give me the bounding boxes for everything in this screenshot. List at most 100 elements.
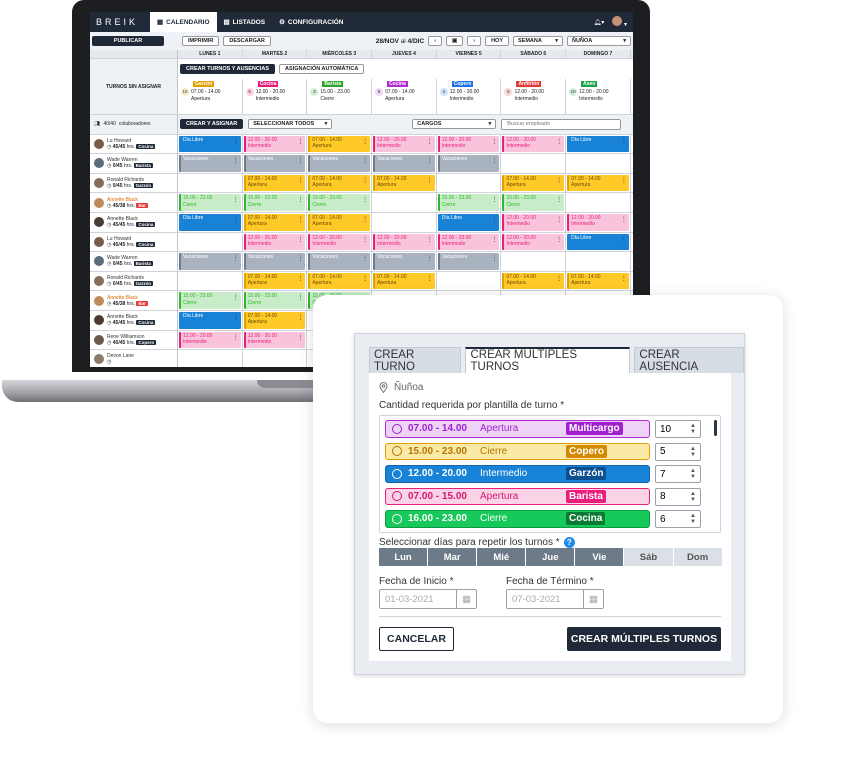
- schedule-cell[interactable]: 12.00 - 20.00 Intermedio ⋮: [372, 232, 437, 252]
- nav-tab-settings[interactable]: ⚙ CONFIGURACIÓN: [272, 12, 350, 32]
- publish-button[interactable]: PUBLICAR: [92, 36, 164, 46]
- schedule-cell[interactable]: [501, 154, 567, 173]
- shift-block[interactable]: 15.00 - 23.00Cierre: [437, 194, 500, 211]
- schedule-cell[interactable]: Vacaciones ⋮: [437, 252, 502, 271]
- more-icon[interactable]: ⋮: [233, 255, 239, 262]
- schedule-cell[interactable]: 07.00 - 14.00 Apertura ⋮: [501, 173, 567, 193]
- schedule-cell[interactable]: Vacaciones ⋮: [178, 154, 243, 173]
- schedule-cell[interactable]: 07.00 - 14.00 Apertura ⋮: [243, 173, 308, 193]
- create-multiple-shifts-button[interactable]: CREAR MÚLTIPLES TURNOS: [567, 627, 721, 651]
- day-toggle-dom[interactable]: Dom: [673, 548, 722, 566]
- schedule-cell[interactable]: Vacaciones ⋮: [178, 252, 243, 271]
- more-icon[interactable]: ⋮: [621, 138, 627, 145]
- stepper-arrows-icon[interactable]: ▲ ▼: [690, 446, 696, 458]
- more-icon[interactable]: ⋮: [621, 236, 627, 243]
- more-icon[interactable]: ⋮: [362, 255, 368, 262]
- more-icon[interactable]: ⋮: [427, 157, 433, 164]
- schedule-cell[interactable]: Vacaciones ⋮: [372, 252, 437, 271]
- schedule-cell[interactable]: Vacaciones ⋮: [307, 252, 373, 271]
- schedule-cell[interactable]: Vacaciones ⋮: [307, 154, 373, 173]
- template-shift[interactable]: 12.00 - 20.00 Intermedio Garzón: [385, 465, 650, 483]
- shift-block[interactable]: 12.00 - 20.00 Intermedio: [243, 135, 306, 153]
- schedule-cell[interactable]: 12.00 - 20.00 Intermedio ⋮: [501, 232, 567, 252]
- schedule-cell[interactable]: 07.00 - 14.00 Apertura ⋮: [243, 271, 308, 291]
- more-icon[interactable]: ⋮: [297, 294, 303, 301]
- shift-block[interactable]: 12.00 - 20.00 Intermedio: [308, 233, 371, 251]
- more-icon[interactable]: ⋮: [233, 138, 239, 145]
- shift-block[interactable]: Vacaciones: [308, 253, 371, 270]
- schedule-cell[interactable]: 07.00 - 14.00 Apertura ⋮: [307, 173, 373, 193]
- schedule-cell[interactable]: [566, 154, 631, 173]
- user-menu[interactable]: ▾: [612, 16, 627, 28]
- more-icon[interactable]: ⋮: [491, 157, 497, 164]
- more-icon[interactable]: ⋮: [427, 138, 433, 145]
- more-icon[interactable]: ⋮: [233, 334, 239, 341]
- more-icon[interactable]: ⋮: [362, 177, 368, 184]
- employee-info[interactable]: Rene Williamson ◷ 40/45 hrs. Copero: [90, 330, 178, 350]
- today-button[interactable]: HOY: [485, 36, 509, 46]
- more-icon[interactable]: ⋮: [556, 138, 562, 145]
- shift-block[interactable]: 07.00 - 14.00 Apertura: [373, 174, 435, 192]
- tab-create-multiple-shifts[interactable]: CREAR MÚLTIPLES TURNOS: [465, 347, 631, 373]
- day-toggle-mié[interactable]: Mié: [477, 548, 526, 566]
- shift-block[interactable]: 07.00 - 14.00 Apertura: [243, 311, 306, 329]
- schedule-cell[interactable]: 15.00 - 23.00Cierre⋮: [307, 193, 373, 212]
- shift-block[interactable]: 07.00 - 14.00 Apertura: [308, 272, 371, 290]
- more-icon[interactable]: ⋮: [297, 196, 303, 203]
- shift-block[interactable]: 12.00 - 20.00 Intermedio: [502, 135, 565, 153]
- shift-block[interactable]: Día Libre: [567, 135, 629, 153]
- stepper-arrows-icon[interactable]: ▲ ▼: [690, 513, 696, 525]
- day-toggle-sáb[interactable]: Sáb: [624, 548, 673, 566]
- select-all-dropdown[interactable]: SELECCIONAR TODOS ▾: [248, 119, 333, 130]
- shift-block[interactable]: 07.00 - 14.00 Apertura: [243, 272, 306, 290]
- shift-block[interactable]: Día Libre: [179, 135, 241, 153]
- more-icon[interactable]: ⋮: [297, 236, 303, 243]
- employee-info[interactable]: Wade Warren ◷ 0/45 hrs. Barista: [90, 154, 178, 173]
- schedule-cell[interactable]: 12.00 - 20.00 Intermedio ⋮: [501, 212, 567, 232]
- cancel-button[interactable]: CANCELAR: [379, 627, 454, 651]
- employee-info[interactable]: Ronald Richards ◷ 0/45 hrs. Garzón: [90, 271, 178, 291]
- template-shift[interactable]: 07.00 - 15.00 Apertura Barista: [385, 487, 650, 505]
- schedule-cell[interactable]: [178, 350, 243, 367]
- schedule-cell[interactable]: [372, 212, 437, 232]
- tab-create-shift[interactable]: CREAR TURNO: [369, 347, 462, 373]
- more-icon[interactable]: ⋮: [491, 196, 497, 203]
- more-icon[interactable]: ⋮: [297, 216, 303, 223]
- shift-block[interactable]: Vacaciones: [308, 155, 371, 172]
- shift-block[interactable]: Vacaciones: [243, 155, 306, 172]
- more-icon[interactable]: ⋮: [427, 275, 433, 282]
- more-icon[interactable]: ⋮: [427, 236, 433, 243]
- schedule-cell[interactable]: 15.00 - 23.00Cierre⋮: [501, 193, 567, 212]
- schedule-cell[interactable]: Día Libre ⋮: [178, 212, 243, 232]
- more-icon[interactable]: ⋮: [297, 334, 303, 341]
- quantity-stepper[interactable]: 6 ▲ ▼: [655, 510, 701, 528]
- shift-block[interactable]: 12.00 - 20.00 Intermedio: [437, 233, 500, 251]
- schedule-cell[interactable]: [501, 252, 567, 271]
- search-employee-input[interactable]: [501, 118, 622, 130]
- schedule-cell[interactable]: 07.00 - 14.00 Apertura ⋮: [307, 134, 373, 154]
- shift-block[interactable]: 12.00 - 20.00 Intermedio: [567, 213, 629, 231]
- more-icon[interactable]: ⋮: [297, 314, 303, 321]
- shift-block[interactable]: 15.00 - 23.00Cierre: [502, 194, 565, 211]
- day-toggle-jue[interactable]: Jue: [526, 548, 575, 566]
- shift-block[interactable]: Día Libre: [179, 213, 241, 231]
- shift-block[interactable]: Día Libre: [567, 233, 629, 251]
- template-shift[interactable]: 07.00 - 14.00 Apertura Multicargo: [385, 420, 650, 438]
- shift-block[interactable]: 12.00 - 20.00 Intermedio: [373, 233, 435, 251]
- more-icon[interactable]: ⋮: [233, 157, 239, 164]
- schedule-cell[interactable]: 12.00 - 20.00 Intermedio ⋮: [566, 212, 631, 232]
- schedule-cell[interactable]: 07.00 - 14.00 Apertura ⋮: [307, 212, 373, 232]
- more-icon[interactable]: ⋮: [491, 236, 497, 243]
- more-icon[interactable]: ⋮: [297, 157, 303, 164]
- schedule-cell[interactable]: 07.00 - 14.00 Apertura ⋮: [501, 271, 567, 291]
- shift-block[interactable]: 07.00 - 14.00 Apertura: [567, 272, 629, 290]
- shift-block[interactable]: 07.00 - 14.00 Apertura: [502, 272, 565, 290]
- print-button[interactable]: IMPRIMIR: [182, 36, 220, 46]
- day-toggle-lun[interactable]: Lun: [379, 548, 428, 566]
- schedule-cell[interactable]: [437, 271, 502, 291]
- schedule-cell[interactable]: 15.00 - 23.00Cierre⋮: [178, 193, 243, 212]
- schedule-cell[interactable]: [178, 271, 243, 291]
- more-icon[interactable]: ⋮: [362, 196, 368, 203]
- more-icon[interactable]: ⋮: [556, 236, 562, 243]
- more-icon[interactable]: ⋮: [556, 216, 562, 223]
